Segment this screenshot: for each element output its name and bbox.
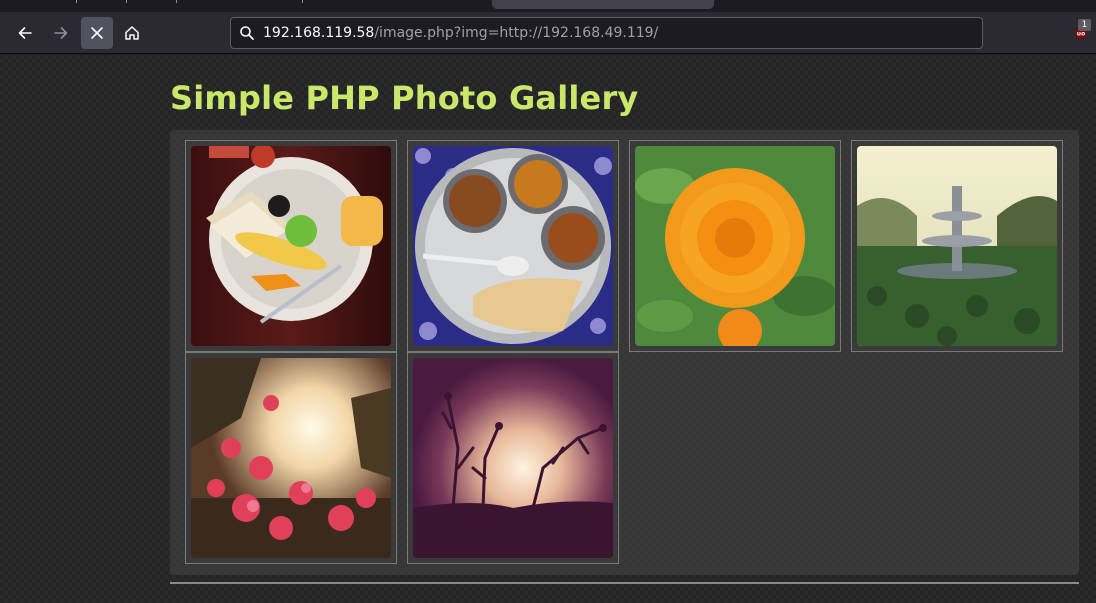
photo-gallery — [170, 130, 1079, 575]
forward-button[interactable] — [45, 17, 77, 49]
svg-text:uo: uo — [1077, 31, 1085, 38]
photo-bougainvillea — [191, 358, 391, 558]
address-bar[interactable]: 192.168.119.58/image.php?img=http://192.… — [230, 17, 983, 49]
tab-separator — [176, 0, 177, 3]
close-icon — [91, 27, 103, 39]
photo-fountain — [857, 146, 1057, 346]
gallery-thumb-sunset-plant[interactable] — [407, 352, 619, 564]
gallery-thumb-thali[interactable] — [407, 140, 619, 352]
gallery-thumb-breakfast[interactable] — [185, 140, 397, 352]
back-button[interactable] — [9, 17, 41, 49]
footer-divider — [170, 582, 1079, 584]
home-button[interactable] — [116, 17, 148, 49]
photo-marigold — [635, 146, 835, 346]
url-path: /image.php?img=http://192.168.49.119/ — [374, 25, 659, 41]
active-tab[interactable] — [492, 0, 714, 9]
search-icon — [231, 18, 263, 48]
photo-sunset-plant — [413, 358, 613, 558]
photo-breakfast — [191, 146, 391, 346]
page-body: Simple PHP Photo Gallery — [0, 55, 1096, 603]
arrow-left-icon — [18, 27, 32, 39]
browser-toolbar: 192.168.119.58/image.php?img=http://192.… — [0, 12, 1096, 54]
page-title: Simple PHP Photo Gallery — [170, 79, 639, 117]
tab-separator — [76, 0, 77, 3]
tab-separator — [302, 0, 303, 3]
home-icon — [125, 26, 139, 40]
photo-thali — [413, 146, 613, 346]
tab-separator — [126, 0, 127, 3]
gallery-thumb-fountain[interactable] — [851, 140, 1063, 352]
gallery-thumb-marigold[interactable] — [629, 140, 841, 352]
stop-button[interactable] — [81, 17, 113, 49]
url-host: 192.168.119.58 — [263, 25, 375, 41]
extension-badge: 1 — [1078, 19, 1091, 31]
gallery-thumb-bougainvillea[interactable] — [185, 352, 397, 564]
arrow-right-icon — [54, 27, 68, 39]
url-text[interactable]: 192.168.119.58/image.php?img=http://192.… — [263, 25, 658, 41]
tab-strip — [0, 0, 1096, 12]
